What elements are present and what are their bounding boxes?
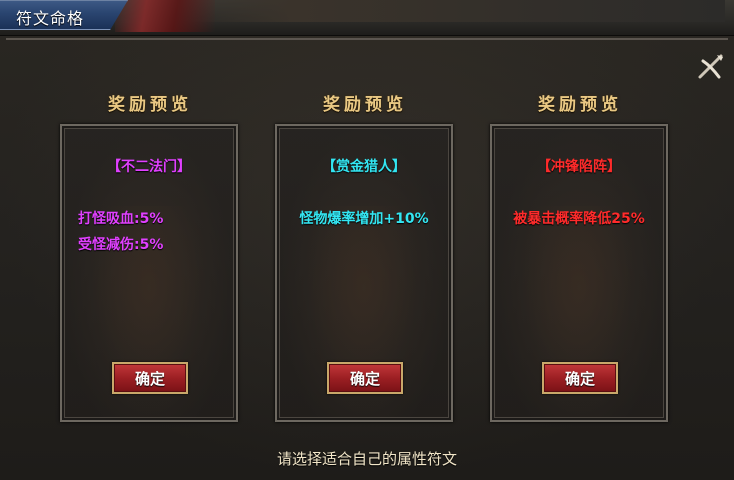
rune-attribute: 打怪吸血:5% [78,211,164,227]
footer-tip: 请选择适合自己的属性符文 [276,450,457,468]
rune-window: 符文命格 奖励预览 【不二法门】 打怪吸血:5% 受怪减伤:5% 确定 奖励预览… [0,0,734,480]
reward-card: 【赏金猎人】 怪物爆率增加+10% 确定 [275,124,453,422]
confirm-button[interactable]: 确定 [327,362,403,394]
reward-preview-title: 奖励预览 [323,95,407,115]
rune-name: 【赏金猎人】 [322,159,406,175]
title-ribbon-decoration [115,0,215,32]
reward-preview-title: 奖励预览 [108,95,192,115]
card-background-art [307,206,417,386]
close-icon [698,54,723,79]
window-title: 符文命格 [16,9,85,28]
reward-card: 【不二法门】 打怪吸血:5% 受怪减伤:5% 确定 [60,124,238,422]
rune-attribute: 被暴击概率降低25% [513,211,645,227]
reward-card: 【冲锋陷阵】 被暴击概率降低25% 确定 [490,124,668,422]
reward-column-1: 奖励预览 【不二法门】 打怪吸血:5% 受怪减伤:5% 确定 [60,90,240,422]
title-bar-decoration [185,0,725,22]
rune-attribute: 受怪减伤:5% [78,237,164,253]
confirm-button-label: 确定 [564,369,595,388]
close-button[interactable] [696,52,726,82]
confirm-button[interactable]: 确定 [112,362,188,394]
confirm-button[interactable]: 确定 [542,362,618,394]
rune-attribute: 怪物爆率增加+10% [299,211,429,227]
title-bar: 符文命格 [0,0,734,36]
confirm-button-label: 确定 [134,369,165,388]
rune-name: 【冲锋陷阵】 [537,159,621,175]
card-background-art [522,206,632,386]
rune-name: 【不二法门】 [107,159,191,175]
reward-column-2: 奖励预览 【赏金猎人】 怪物爆率增加+10% 确定 [275,90,455,422]
reward-column-3: 奖励预览 【冲锋陷阵】 被暴击概率降低25% 确定 [490,90,670,422]
reward-preview-title: 奖励预览 [538,95,622,115]
card-background-art [92,206,202,386]
confirm-button-label: 确定 [349,369,380,388]
